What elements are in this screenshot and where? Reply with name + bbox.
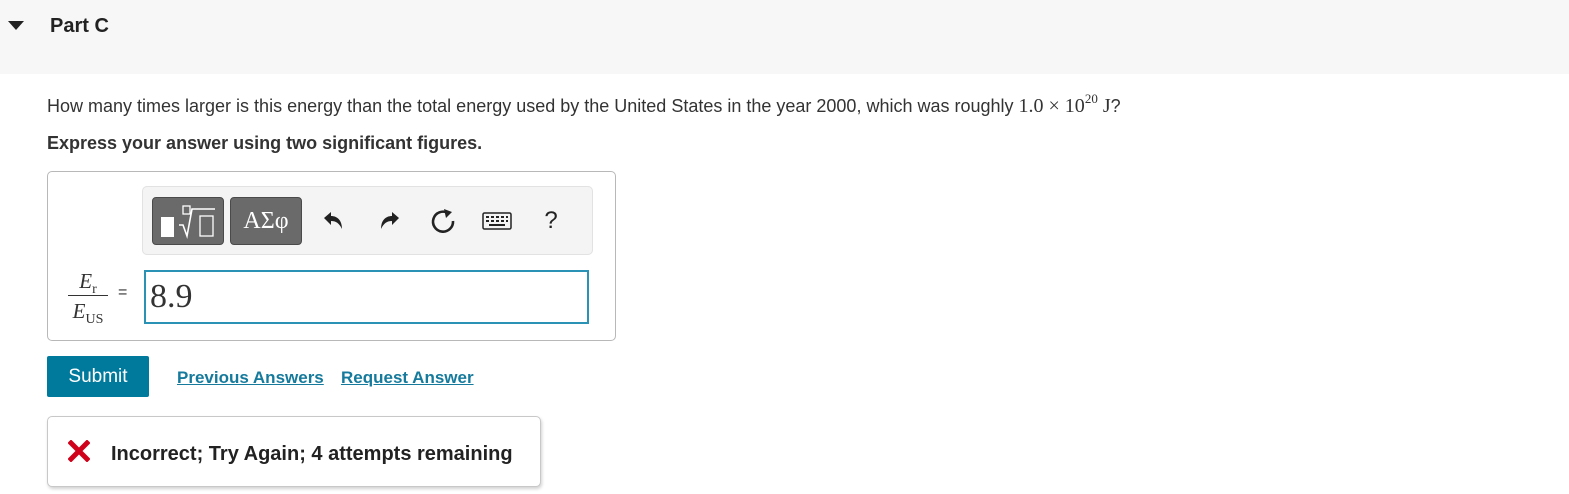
undo-icon — [324, 212, 342, 229]
incorrect-x-icon — [68, 440, 90, 462]
redo-button[interactable] — [370, 201, 410, 241]
denominator-variable: E — [72, 299, 86, 323]
math-unit: J — [1097, 95, 1111, 117]
keyboard-icon — [482, 212, 512, 230]
question-text-before: How many times larger is this energy tha… — [47, 96, 1019, 116]
math-exponent: 20 — [1084, 91, 1098, 106]
answer-input[interactable]: 8.9 — [144, 270, 589, 324]
equation-fraction: Er EUS — [66, 268, 110, 328]
feedback-message: Incorrect; Try Again; 4 attempts remaini… — [111, 443, 513, 465]
reset-button[interactable] — [423, 201, 463, 241]
previous-answers-link[interactable]: Previous Answers — [177, 368, 324, 388]
numerator-subscript: r — [92, 282, 97, 298]
keyboard-button[interactable] — [477, 201, 517, 241]
part-header[interactable]: Part C — [0, 0, 1569, 74]
part-title: Part C — [50, 15, 109, 37]
templates-button[interactable] — [152, 197, 224, 245]
math-toolbar: ΑΣφ ? — [142, 186, 593, 255]
feedback-box: Incorrect; Try Again; 4 attempts remaini… — [47, 416, 541, 487]
instruction-text: Express your answer using two significan… — [47, 133, 483, 153]
undo-button[interactable] — [313, 201, 353, 241]
collapse-caret-icon[interactable] — [8, 21, 24, 30]
redo-icon — [381, 212, 399, 229]
submit-button[interactable]: Submit — [47, 356, 149, 397]
fraction-denominator: EUS — [66, 296, 110, 328]
equals-sign: = — [118, 284, 128, 301]
greek-symbols-button[interactable]: ΑΣφ — [230, 197, 302, 245]
denominator-subscript: US — [85, 312, 104, 328]
numerator-variable: E — [79, 269, 93, 293]
reset-icon — [431, 209, 455, 233]
help-button[interactable]: ? — [531, 201, 571, 241]
answer-box: ΑΣφ ? Er EUS = 8.9 — [47, 171, 616, 341]
fraction-numerator: Er — [66, 268, 110, 298]
question-math: 1.0 × 1020 J — [1018, 91, 1111, 117]
question-text-after: ? — [1110, 96, 1121, 116]
math-base: 1.0 × 10 — [1018, 95, 1085, 117]
question-text: How many times larger is this energy tha… — [47, 91, 1121, 118]
request-answer-link[interactable]: Request Answer — [341, 368, 474, 388]
templates-sqrt-icon — [161, 205, 215, 239]
